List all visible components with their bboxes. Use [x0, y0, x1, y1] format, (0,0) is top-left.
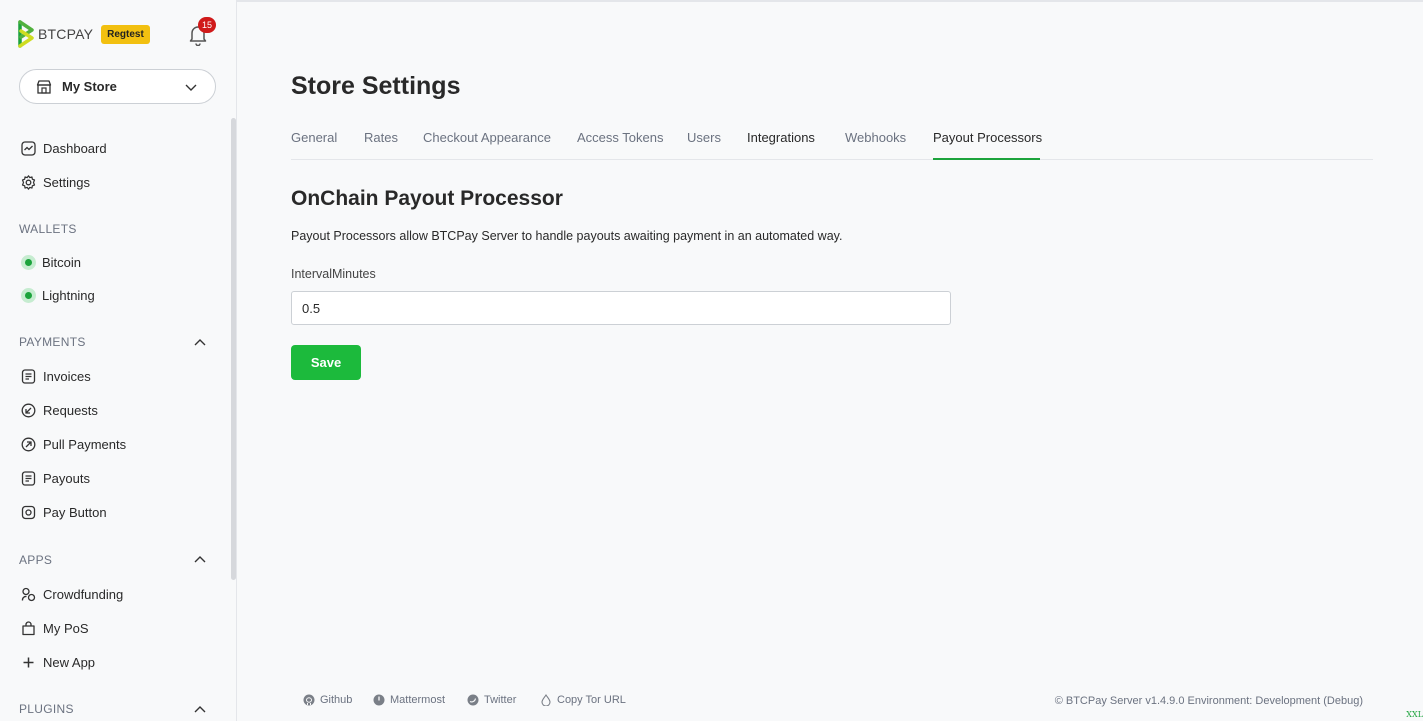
section-title-plugins: PLUGINS [19, 702, 74, 716]
pos-icon [22, 620, 35, 635]
footer-link-twitter[interactable]: Twitter [467, 694, 516, 706]
twitter-icon [467, 694, 479, 706]
request-icon [21, 403, 36, 417]
tab-integrations[interactable]: Integrations [747, 130, 815, 145]
tab-checkout-appearance[interactable]: Checkout Appearance [423, 130, 551, 145]
footer-link-label: Github [320, 694, 353, 706]
tab-rates[interactable]: Rates [364, 130, 398, 145]
footer-link-label: Copy Tor URL [557, 694, 626, 706]
wallet-status-dot [21, 254, 36, 270]
sidebar-item-label: Invoices [43, 368, 91, 384]
brand-name: BTCPAY [38, 26, 94, 42]
chevron-up-icon[interactable] [194, 704, 206, 716]
gear-icon [21, 174, 36, 190]
chevron-up-icon[interactable] [194, 337, 206, 349]
sidebar-item-label: Lightning [42, 287, 95, 303]
store-selector[interactable]: My Store [19, 69, 216, 104]
sidebar-item-pull-payments[interactable]: Pull Payments [21, 434, 126, 454]
sidebar-item-label: Pull Payments [43, 436, 127, 452]
dashboard-icon [21, 140, 36, 156]
tab-payout-processors[interactable]: Payout Processors [933, 130, 1042, 145]
sidebar-item-label: Requests [43, 402, 98, 418]
footer-link-copy-tor-url[interactable]: Copy Tor URL [540, 694, 626, 706]
tor-icon [541, 694, 551, 706]
sidebar-item-invoices[interactable]: Invoices [21, 366, 91, 386]
tab-webhooks[interactable]: Webhooks [845, 130, 906, 145]
payout-icon [21, 470, 36, 486]
sidebar-item-my-pos[interactable]: My PoS [21, 618, 89, 638]
active-tab-indicator [933, 158, 1040, 160]
footer-link-github[interactable]: Github [303, 694, 352, 706]
github-icon [303, 694, 315, 706]
main-content: Store Settings General Rates Checkout Ap… [237, 0, 1423, 721]
sidebar-item-label: Settings [43, 174, 90, 190]
section-description: Payout Processors allow BTCPay Server to… [291, 229, 843, 243]
sidebar: BTCPAY Regtest 15 My Store Dashboard Set… [0, 0, 237, 721]
footer-link-mattermost[interactable]: Mattermost [373, 694, 445, 706]
crowdfund-icon [21, 587, 36, 601]
interval-minutes-label: IntervalMinutes [291, 267, 376, 281]
brand[interactable]: BTCPAY Regtest [18, 20, 150, 48]
chevron-down-icon [185, 84, 197, 91]
sidebar-item-label: My PoS [43, 620, 89, 636]
tab-users[interactable]: Users [687, 130, 721, 145]
wallet-status-dot [21, 287, 36, 303]
notification-count-badge: 15 [198, 17, 216, 33]
section-title-apps: APPS [19, 553, 53, 567]
version-info: © BTCPay Server v1.4.9.0 Environment: De… [1054, 695, 1363, 707]
sidebar-item-label: Bitcoin [42, 254, 82, 270]
tab-general[interactable]: General [291, 130, 337, 145]
sidebar-item-label: Payouts [43, 470, 90, 486]
pull-payment-icon [21, 437, 36, 451]
environment-badge: Regtest [101, 24, 150, 44]
footer-link-label: Twitter [484, 694, 517, 706]
store-selector-value: My Store [62, 79, 117, 94]
invoice-icon [21, 368, 36, 384]
chevron-up-icon[interactable] [194, 554, 206, 566]
breakpoint-indicator: XXL [1406, 710, 1423, 719]
sidebar-item-pay-button[interactable]: Pay Button [21, 502, 107, 522]
section-title-payments: PAYMENTS [19, 335, 86, 349]
btcpay-logo-icon [18, 20, 34, 48]
sidebar-item-payouts[interactable]: Payouts [21, 468, 90, 488]
section-title-wallets: WALLETS [19, 222, 77, 236]
pay-button-icon [21, 505, 36, 519]
sidebar-item-new-app[interactable]: New App [21, 652, 95, 672]
sidebar-item-lightning[interactable]: Lightning [21, 285, 95, 305]
sidebar-item-label: Dashboard [43, 140, 107, 156]
sidebar-item-bitcoin[interactable]: Bitcoin [21, 252, 81, 272]
top-divider [237, 0, 1423, 2]
sidebar-scrollbar[interactable] [231, 118, 236, 580]
settings-tabs: General Rates Checkout Appearance Access… [291, 128, 1373, 160]
sidebar-item-label: Crowdfunding [43, 586, 124, 602]
mattermost-icon [373, 694, 385, 706]
sidebar-item-crowdfunding[interactable]: Crowdfunding [21, 584, 123, 604]
sidebar-item-dashboard[interactable]: Dashboard [21, 138, 107, 158]
sidebar-item-settings[interactable]: Settings [21, 172, 90, 192]
plus-icon [23, 657, 34, 667]
page-title: Store Settings [291, 72, 461, 100]
sidebar-item-requests[interactable]: Requests [21, 400, 98, 420]
tab-access-tokens[interactable]: Access Tokens [577, 130, 663, 145]
store-icon [36, 79, 52, 94]
footer: Github Mattermost Twitter Copy Tor URL ©… [237, 690, 1423, 712]
sidebar-item-label: New App [43, 654, 96, 670]
save-button[interactable]: Save [291, 345, 361, 380]
sidebar-item-label: Pay Button [43, 504, 107, 520]
section-heading: OnChain Payout Processor [291, 187, 563, 210]
footer-link-label: Mattermost [390, 694, 446, 706]
interval-minutes-input[interactable] [291, 291, 951, 325]
